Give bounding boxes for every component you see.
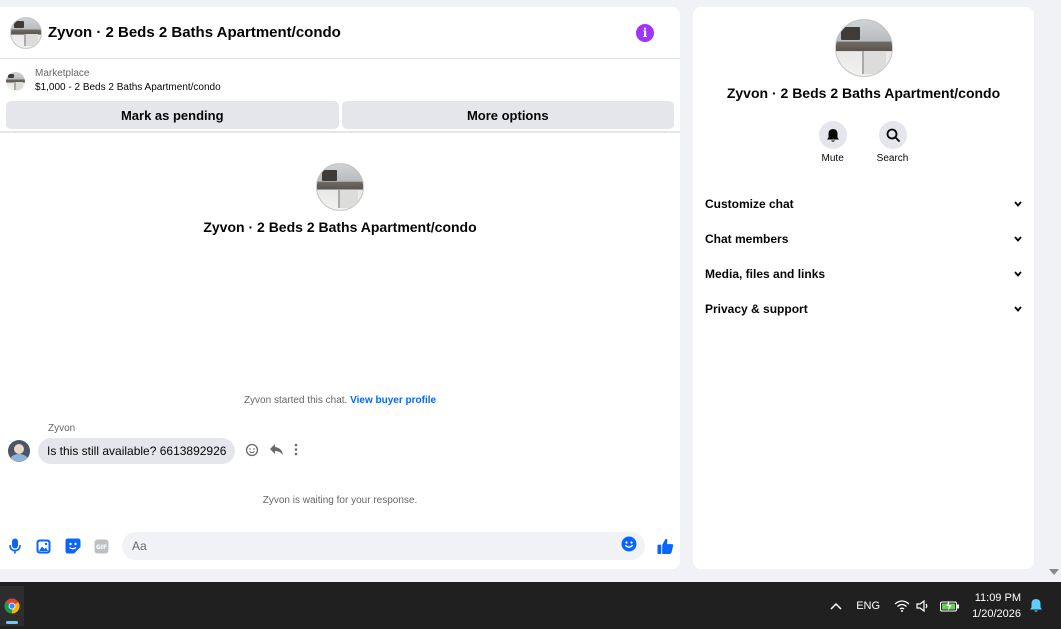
section-media-files-links[interactable]: Media, files and links <box>705 256 1022 291</box>
taskbar-clock[interactable]: 11:09 PM 1/20/2026 <box>972 590 1021 622</box>
chat-started-notice: Zyvon started this chat. View buyer prof… <box>0 395 680 406</box>
chat-title[interactable]: Zyvon · 2 Beds 2 Baths Apartment/condo <box>48 24 636 41</box>
more-options-button[interactable]: More options <box>341 101 674 129</box>
chrome-taskbar-button[interactable] <box>0 585 24 626</box>
sender-avatar[interactable] <box>8 440 30 462</box>
listing-price-title: $1,000 - 2 Beds 2 Baths Apartment/condo <box>35 82 221 93</box>
section-customize-chat[interactable]: Customize chat <box>705 186 1022 221</box>
section-label: Privacy & support <box>705 301 808 316</box>
waiting-notice: Zyvon is waiting for your response. <box>262 495 418 506</box>
intro-title: Zyvon · 2 Beds 2 Baths Apartment/condo <box>203 219 477 235</box>
reply-icon[interactable] <box>269 443 284 459</box>
gif-icon[interactable]: GIF <box>93 538 110 555</box>
chat-intro: Zyvon · 2 Beds 2 Baths Apartment/condo <box>0 163 680 235</box>
message-thread: Zyvon · 2 Beds 2 Baths Apartment/condo Z… <box>0 133 680 521</box>
sticker-icon[interactable] <box>64 538 81 555</box>
chat-panel: Zyvon · 2 Beds 2 Baths Apartment/condo i… <box>0 7 680 569</box>
message-tools <box>245 443 298 460</box>
listing-actions: Mark as pending More options <box>0 97 680 133</box>
wifi-icon[interactable] <box>894 599 910 612</box>
sender-name: Zyvon <box>48 423 76 434</box>
section-privacy-support[interactable]: Privacy & support <box>705 291 1022 326</box>
section-label: Media, files and links <box>705 266 826 281</box>
details-title: Zyvon · 2 Beds 2 Baths Apartment/condo <box>726 85 1001 101</box>
speaker-icon[interactable] <box>916 599 930 612</box>
emoji-icon[interactable] <box>621 536 637 557</box>
message-composer: GIF <box>0 523 680 569</box>
started-text: Zyvon started this chat. <box>243 395 348 406</box>
mute-button[interactable]: Mute <box>818 121 847 164</box>
chat-header: Zyvon · 2 Beds 2 Baths Apartment/condo i <box>0 7 680 59</box>
notification-bell-icon[interactable] <box>1029 598 1043 613</box>
chevron-down-icon <box>1014 305 1022 312</box>
intro-avatar[interactable] <box>316 163 364 211</box>
listing-thumbnail <box>6 71 25 91</box>
mark-as-pending-button[interactable]: Mark as pending <box>6 101 339 129</box>
thumbs-up-icon[interactable] <box>657 538 674 555</box>
chevron-down-icon <box>1014 235 1022 242</box>
chevron-down-icon <box>1014 270 1022 277</box>
section-label: Chat members <box>705 231 789 246</box>
section-chat-members[interactable]: Chat members <box>705 221 1022 256</box>
clock-date: 1/20/2026 <box>972 607 1021 620</box>
svg-text:GIF: GIF <box>96 544 107 551</box>
details-sections: Customize chat Chat members Media, files… <box>693 186 1034 326</box>
search-icon <box>886 128 900 142</box>
microphone-icon[interactable] <box>6 538 23 555</box>
message-input-box[interactable] <box>122 532 645 560</box>
marketplace-label: Marketplace <box>35 68 90 79</box>
system-tray: ENG 11:09 PM 1/20/2026 <box>830 582 1061 629</box>
search-label: Search <box>876 153 909 164</box>
clock-time: 11:09 PM <box>974 591 1021 604</box>
view-buyer-profile-link[interactable]: View buyer profile <box>350 395 436 406</box>
chevron-up-icon[interactable] <box>830 602 842 610</box>
listing-avatar[interactable] <box>10 16 42 49</box>
bell-icon <box>826 128 839 142</box>
battery-icon[interactable] <box>940 600 960 612</box>
scrollbar-down-arrow[interactable] <box>1049 569 1059 575</box>
search-button[interactable]: Search <box>876 121 909 164</box>
more-icon[interactable] <box>294 443 298 459</box>
marketplace-listing[interactable]: Marketplace $1,000 - 2 Beds 2 Baths Apar… <box>0 59 680 97</box>
chat-details-panel: Zyvon · 2 Beds 2 Baths Apartment/condo M… <box>693 7 1034 569</box>
details-avatar[interactable] <box>834 19 893 77</box>
message-row: Is this still available? 6613892926 <box>8 438 298 464</box>
section-label: Customize chat <box>705 196 794 211</box>
windows-taskbar: ENG 11:09 PM 1/20/2026 <box>0 582 1061 629</box>
react-icon[interactable] <box>245 443 259 460</box>
message-input[interactable] <box>132 539 621 553</box>
mute-label: Mute <box>821 153 844 164</box>
image-icon[interactable] <box>35 538 52 555</box>
chevron-down-icon <box>1014 200 1022 207</box>
info-icon[interactable]: i <box>636 23 654 42</box>
language-indicator[interactable]: ENG <box>856 600 880 612</box>
message-bubble[interactable]: Is this still available? 6613892926 <box>38 438 236 464</box>
chrome-icon <box>4 598 20 614</box>
